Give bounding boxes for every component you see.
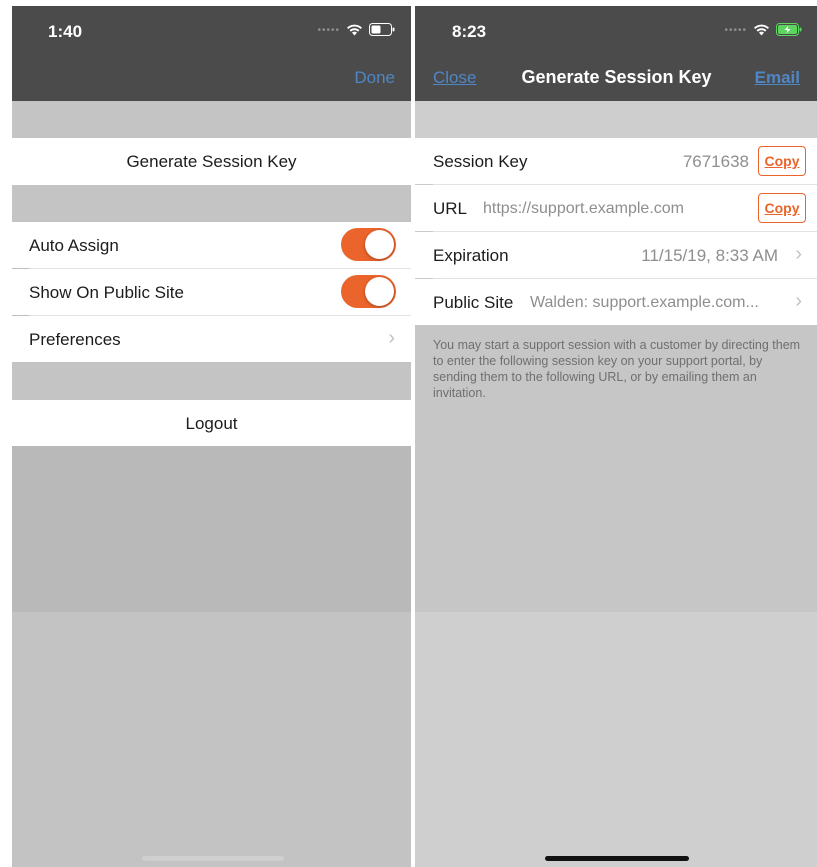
url-label: URL bbox=[433, 199, 468, 218]
chevron-right-icon: › bbox=[795, 243, 802, 265]
show-on-public-site-label: Show On Public Site bbox=[29, 283, 184, 302]
auto-assign-row: Auto Assign bbox=[12, 222, 411, 268]
auto-assign-toggle[interactable] bbox=[341, 228, 396, 261]
dimmed-overlay bbox=[12, 446, 411, 612]
url-value: https://support.example.com bbox=[483, 200, 684, 217]
auto-assign-label: Auto Assign bbox=[29, 236, 119, 255]
section-spacer bbox=[415, 101, 817, 143]
public-site-row[interactable]: Public Site Walden: support.example.com.… bbox=[415, 279, 817, 325]
section-spacer bbox=[12, 185, 411, 222]
chevron-right-icon: › bbox=[388, 327, 395, 349]
status-time: 1:40 bbox=[48, 22, 83, 41]
expiration-label: Expiration bbox=[433, 246, 509, 265]
chevron-right-icon: › bbox=[795, 290, 802, 312]
right-screen: 8:23 ••••• Close Generate Session Key Em… bbox=[415, 6, 817, 867]
right-navigation-bar: 8:23 ••••• Close Generate Session Key Em… bbox=[415, 6, 817, 101]
copy-session-key-button[interactable]: Copy bbox=[758, 146, 806, 176]
battery-icon bbox=[369, 22, 395, 36]
toggle-knob bbox=[365, 277, 394, 306]
expiration-row[interactable]: Expiration 11/15/19, 8:33 AM › bbox=[415, 232, 817, 278]
wifi-icon bbox=[754, 24, 769, 35]
session-key-label: Session Key bbox=[433, 152, 528, 171]
generate-session-key-label: Generate Session Key bbox=[126, 152, 297, 171]
url-row: URL https://support.example.com Copy bbox=[415, 185, 817, 231]
preferences-label: Preferences bbox=[29, 330, 121, 349]
status-icons: ••••• bbox=[317, 22, 395, 36]
generate-session-key-button[interactable]: Generate Session Key bbox=[12, 138, 411, 185]
signal-dots-icon: ••••• bbox=[724, 25, 747, 36]
expiration-value: 11/15/19, 8:33 AM bbox=[641, 246, 778, 265]
email-button[interactable]: Email bbox=[755, 68, 800, 88]
session-key-row: Session Key 7671638 Copy bbox=[415, 138, 817, 184]
empty-background bbox=[12, 612, 411, 867]
home-indicator[interactable] bbox=[142, 856, 284, 861]
section-spacer bbox=[12, 101, 411, 143]
battery-charging-icon bbox=[776, 22, 802, 36]
home-indicator[interactable] bbox=[545, 856, 689, 861]
logout-label: Logout bbox=[185, 414, 238, 433]
status-icons: ••••• bbox=[724, 22, 802, 36]
copy-url-button[interactable]: Copy bbox=[758, 193, 806, 223]
show-on-public-site-toggle[interactable] bbox=[341, 275, 396, 308]
signal-dots-icon: ••••• bbox=[317, 25, 340, 36]
logout-button[interactable]: Logout bbox=[12, 400, 411, 446]
empty-background bbox=[415, 612, 817, 867]
toggle-knob bbox=[365, 230, 394, 259]
wifi-icon bbox=[347, 24, 362, 35]
section-spacer bbox=[12, 362, 411, 400]
show-on-public-site-row: Show On Public Site bbox=[12, 269, 411, 315]
footer-note: You may start a support session with a c… bbox=[433, 338, 801, 400]
public-site-value: Walden: support.example.com... bbox=[530, 294, 759, 311]
preferences-row[interactable]: Preferences › bbox=[12, 316, 411, 362]
public-site-label: Public Site bbox=[433, 293, 514, 312]
left-navigation-bar: 1:40 ••••• Done bbox=[12, 6, 411, 101]
done-button[interactable]: Done bbox=[354, 68, 395, 88]
session-key-value: 7671638 bbox=[682, 152, 749, 171]
footer-area: You may start a support session with a c… bbox=[415, 325, 817, 612]
left-screen: 1:40 ••••• Done Generate Session Key Aut… bbox=[12, 6, 411, 867]
status-time: 8:23 bbox=[452, 22, 487, 41]
